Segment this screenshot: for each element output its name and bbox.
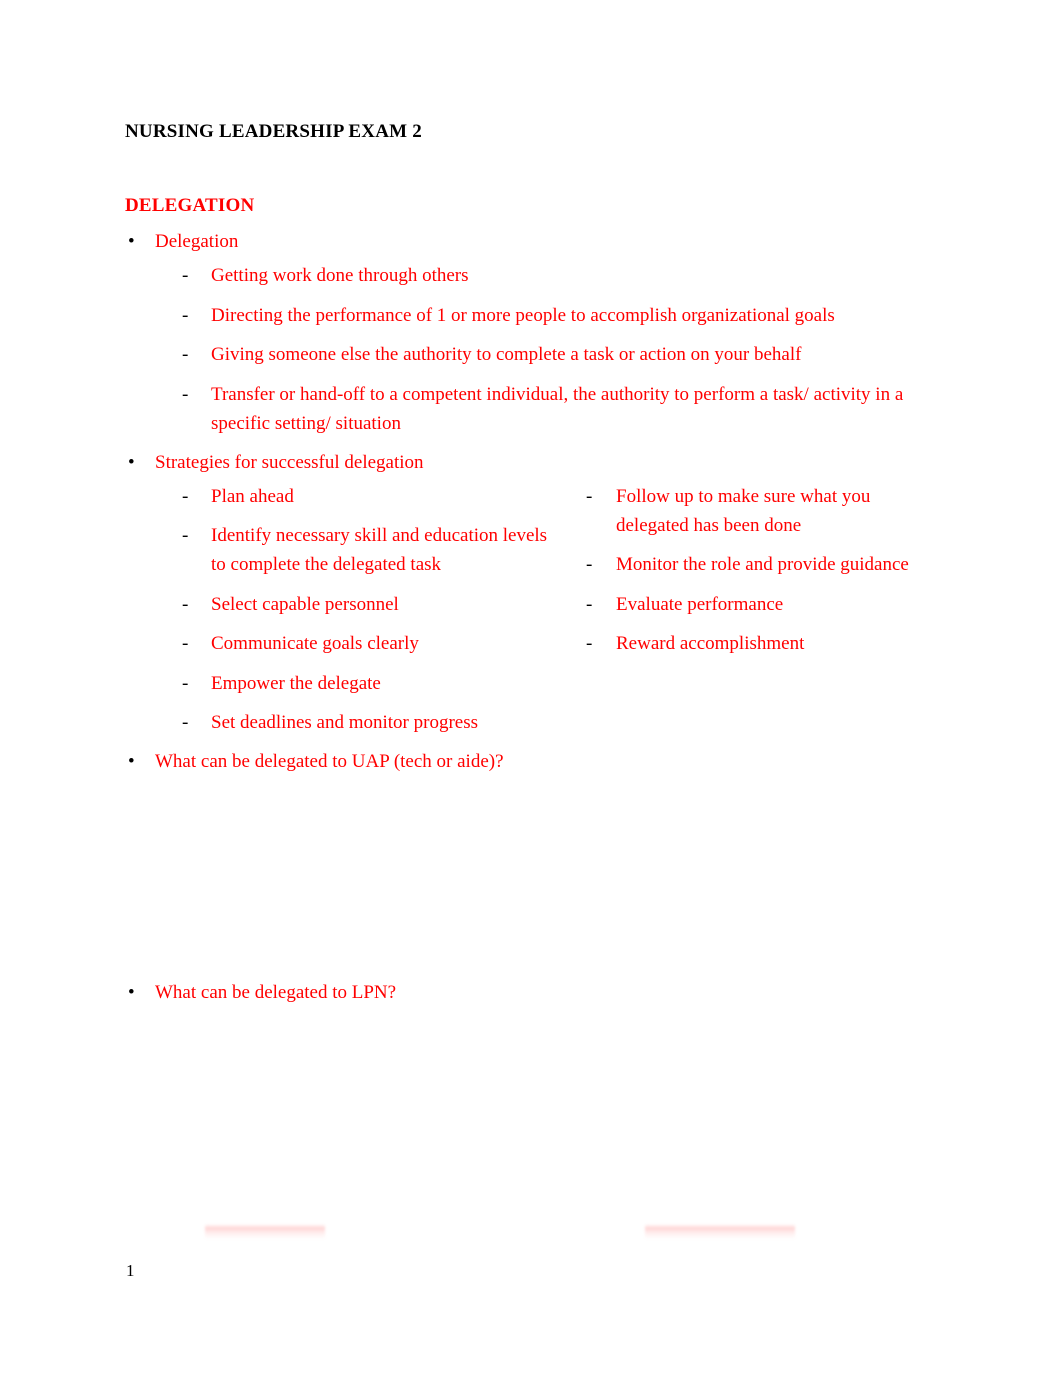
list-item: - Evaluate performance xyxy=(562,590,912,619)
lpn-answer-blank-space xyxy=(125,1002,940,1167)
list-item: - Communicate goals clearly xyxy=(125,629,562,658)
list-item-text: Follow up to make sure what you delegate… xyxy=(616,485,871,536)
faded-text-artifact-right xyxy=(645,1224,795,1239)
page-number: 1 xyxy=(126,1261,135,1280)
list-item-text: Plan ahead xyxy=(211,485,294,507)
bullet-label-delegation: Delegation xyxy=(155,231,239,253)
list-item: - Plan ahead xyxy=(125,482,562,511)
list-item-text: Transfer or hand-off to a competent indi… xyxy=(211,383,904,435)
dash-icon: - xyxy=(182,304,189,326)
faded-text-artifact-left xyxy=(205,1224,325,1239)
dash-icon: - xyxy=(182,672,189,694)
list-item: - Getting work done through others xyxy=(125,261,940,290)
list-item: - Directing the performance of 1 or more… xyxy=(125,301,940,330)
bullet-label-lpn-question: What can be delegated to LPN? xyxy=(155,981,397,1003)
list-item: - Set deadlines and monitor progress xyxy=(125,708,562,737)
list-item: - Monitor the role and provide guidance xyxy=(562,550,912,579)
two-column-strategies: - Plan ahead - Identify necessary skill … xyxy=(125,482,940,738)
dash-icon: - xyxy=(586,485,593,507)
dash-icon: - xyxy=(182,485,189,507)
title-spacer xyxy=(125,145,940,194)
list-item: - Transfer or hand-off to a competent in… xyxy=(125,380,940,439)
list-item-text: Set deadlines and monitor progress xyxy=(211,712,479,734)
document-body: NURSING LEADERSHIP EXAM 2 DELEGATION • D… xyxy=(125,120,940,1167)
dash-icon: - xyxy=(182,593,189,615)
list-item-text: Select capable personnel xyxy=(211,593,399,615)
bullet-item-strategies: • Strategies for successful delegation xyxy=(125,453,940,472)
list-item-text: Communicate goals clearly xyxy=(211,633,419,655)
strategies-column-left: - Plan ahead - Identify necessary skill … xyxy=(125,482,562,738)
document-page: NURSING LEADERSHIP EXAM 2 DELEGATION • D… xyxy=(0,0,1062,1377)
dash-icon: - xyxy=(586,593,593,615)
section-heading-delegation: DELEGATION xyxy=(125,194,255,216)
dash-icon: - xyxy=(182,525,189,546)
list-item: - Empower the delegate xyxy=(125,669,562,698)
dash-icon: - xyxy=(586,633,593,655)
list-item-text: Monitor the role and provide guidance xyxy=(616,554,909,576)
list-item: - Follow up to make sure what you delega… xyxy=(562,482,912,541)
list-item-text: Getting work done through others xyxy=(211,265,469,287)
list-item: - Giving someone else the authority to c… xyxy=(125,340,940,369)
bullet-item-lpn-question: • What can be delegated to LPN? xyxy=(125,983,940,1002)
uap-answer-blank-space xyxy=(125,771,940,969)
list-item: - Select capable personnel xyxy=(125,590,562,619)
dash-icon: - xyxy=(182,383,189,405)
list-item: - Identify necessary skill and education… xyxy=(125,521,562,580)
bullet-dot-icon: • xyxy=(128,451,135,473)
bullet-item-uap-question: • What can be delegated to UAP (tech or … xyxy=(125,752,940,771)
bullet-dot-icon: • xyxy=(128,981,135,1003)
dash-icon: - xyxy=(182,712,189,734)
list-item-text: Empower the delegate xyxy=(211,672,381,694)
bullet-label-strategies: Strategies for successful delegation xyxy=(155,451,424,473)
bullet-dot-icon: • xyxy=(128,750,135,772)
bullet-label-uap-question: What can be delegated to UAP (tech or ai… xyxy=(155,750,504,772)
list-item-text: Giving someone else the authority to com… xyxy=(211,344,802,366)
list-item-text: Identify necessary skill and education l… xyxy=(211,525,548,576)
bullet-item-delegation: • Delegation xyxy=(125,232,940,251)
dash-icon: - xyxy=(586,554,593,576)
dash-icon: - xyxy=(182,265,189,287)
page-title: NURSING LEADERSHIP EXAM 2 xyxy=(125,121,422,142)
list-item-text: Directing the performance of 1 or more p… xyxy=(211,304,835,326)
list-item: - Reward accomplishment xyxy=(562,629,912,658)
strategies-column-right: - Follow up to make sure what you delega… xyxy=(562,482,912,659)
list-item-text: Evaluate performance xyxy=(616,593,784,615)
sublist-delegation: - Getting work done through others - Dir… xyxy=(125,261,940,438)
dash-icon: - xyxy=(182,633,189,655)
list-item-text: Reward accomplishment xyxy=(616,633,805,655)
bullet-dot-icon: • xyxy=(128,231,135,253)
dash-icon: - xyxy=(182,344,189,366)
